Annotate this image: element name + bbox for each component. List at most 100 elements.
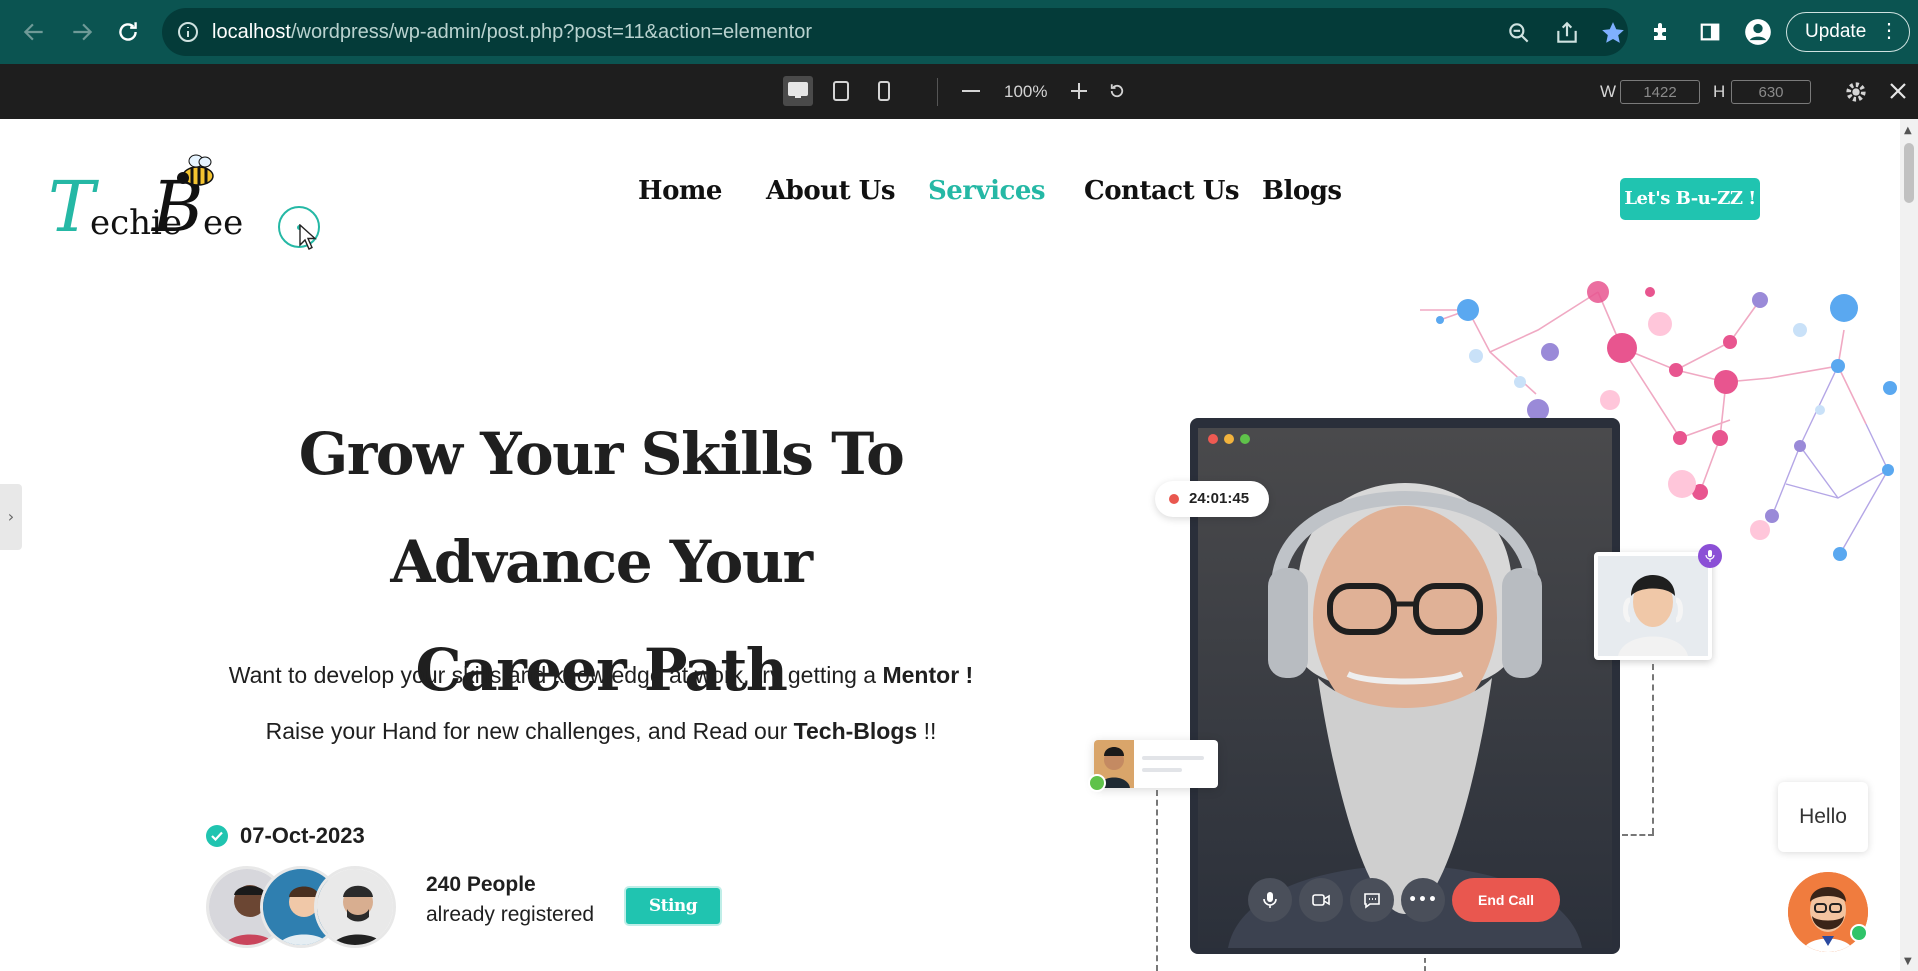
back-button[interactable] bbox=[14, 12, 54, 52]
site-logo[interactable]: T echie B ee bbox=[48, 152, 248, 252]
divider bbox=[937, 78, 938, 106]
zoom-out-icon[interactable] bbox=[962, 90, 980, 93]
window-dot bbox=[1240, 434, 1250, 444]
profile-icon bbox=[1745, 19, 1771, 45]
height-label: H bbox=[1713, 82, 1726, 101]
registered-avatars bbox=[206, 866, 396, 948]
forward-button[interactable] bbox=[62, 12, 102, 52]
more-options-button[interactable]: ••• bbox=[1401, 878, 1445, 922]
desktop-icon bbox=[788, 82, 808, 98]
info-icon[interactable] bbox=[176, 20, 200, 44]
chevron-right-icon: › bbox=[7, 507, 15, 526]
hero-subtext-1-text: Want to develop your skills and knowledg… bbox=[228, 662, 883, 688]
people-count: 240 People bbox=[426, 873, 536, 896]
more-horiz-icon: ••• bbox=[1408, 892, 1438, 908]
url-path: /wordpress/wp-admin/post.php?post=11&act… bbox=[290, 21, 812, 43]
arrow-left-icon bbox=[23, 23, 43, 41]
check-circle-icon bbox=[206, 825, 228, 847]
mouse-pointer-icon bbox=[299, 224, 317, 250]
date-text: 07-Oct-2023 bbox=[240, 823, 365, 848]
browser-toolbar: localhost/wordpress/wp-admin/post.php?po… bbox=[0, 0, 1918, 64]
dashed-connector bbox=[1156, 790, 1158, 971]
height-input[interactable] bbox=[1731, 80, 1811, 104]
url-text[interactable]: localhost/wordpress/wp-admin/post.php?po… bbox=[212, 8, 812, 56]
mic-badge-icon bbox=[1698, 544, 1722, 568]
chat-status-icon bbox=[1088, 774, 1106, 792]
zoom-icon[interactable] bbox=[1506, 20, 1532, 46]
address-bar[interactable]: localhost/wordpress/wp-admin/post.php?po… bbox=[162, 8, 1628, 56]
extensions-button[interactable] bbox=[1645, 16, 1677, 48]
zoom-level: 100% bbox=[1004, 82, 1048, 101]
end-call-button[interactable]: End Call bbox=[1452, 878, 1560, 922]
participant-thumbnail bbox=[1594, 552, 1712, 660]
logo-letter-t: T bbox=[48, 166, 95, 248]
tablet-icon bbox=[833, 81, 849, 101]
arrow-right-icon bbox=[73, 23, 93, 41]
chat-preview-line bbox=[1142, 756, 1204, 760]
more-vert-icon[interactable]: ⋮ bbox=[1879, 13, 1899, 50]
mentor-highlight: Mentor ! bbox=[882, 662, 974, 688]
online-status-icon bbox=[1850, 924, 1868, 942]
scroll-down-icon[interactable]: ▼ bbox=[1904, 956, 1912, 967]
update-label: Update bbox=[1805, 21, 1867, 42]
call-timer: 24:01:45 bbox=[1155, 481, 1269, 517]
window-dot bbox=[1224, 434, 1234, 444]
mobile-device-button[interactable] bbox=[869, 76, 899, 106]
chat-button[interactable] bbox=[1350, 878, 1394, 922]
dashed-connector bbox=[1652, 664, 1654, 834]
event-date: 07-Oct-2023 bbox=[206, 822, 365, 850]
scrollbar-thumb[interactable] bbox=[1904, 143, 1914, 203]
close-icon[interactable] bbox=[1890, 83, 1906, 99]
window-dot bbox=[1208, 434, 1218, 444]
url-host: localhost bbox=[212, 21, 291, 43]
width-input[interactable] bbox=[1620, 80, 1700, 104]
reload-button[interactable] bbox=[108, 12, 148, 52]
nav-services[interactable]: Services bbox=[928, 176, 1046, 206]
participant-photo bbox=[1598, 556, 1708, 656]
video-camera-icon bbox=[1312, 894, 1330, 906]
lets-buzz-button[interactable]: Let's B-u-ZZ ! ! bbox=[1620, 178, 1760, 251]
share-icon[interactable] bbox=[1554, 20, 1580, 46]
width-label: W bbox=[1600, 82, 1617, 101]
update-button[interactable]: Update ⋮ bbox=[1786, 12, 1910, 52]
nav-home[interactable]: Home bbox=[638, 176, 722, 206]
sting-here-button[interactable]: Sting Here bbox=[624, 886, 722, 952]
bookmark-star-icon[interactable] bbox=[1600, 20, 1626, 46]
chat-icon bbox=[1364, 893, 1380, 909]
panel-toggle-button[interactable]: › bbox=[0, 484, 22, 550]
desktop-device-button[interactable] bbox=[783, 76, 813, 106]
responsive-mode-bar: 100% W H bbox=[0, 64, 1918, 119]
avatar bbox=[314, 866, 396, 948]
people-text: already registered bbox=[426, 903, 595, 926]
chat-greeting-bubble[interactable]: Hello bbox=[1778, 782, 1868, 852]
hero-subtext-2: Raise your Hand for new challenges, and … bbox=[160, 718, 1042, 745]
side-panel-button[interactable] bbox=[1694, 16, 1726, 48]
gear-icon[interactable] bbox=[1845, 81, 1867, 103]
logo-text-ee: ee bbox=[203, 203, 244, 243]
hero-title-line-1: Grow Your Skills To Advance Your bbox=[298, 420, 905, 596]
reset-icon[interactable] bbox=[1108, 82, 1126, 100]
registration-count: 240 People already registered bbox=[426, 870, 594, 930]
mobile-icon bbox=[878, 81, 890, 101]
camera-button[interactable] bbox=[1299, 878, 1343, 922]
scrollbar[interactable]: ▲ ▼ bbox=[1900, 119, 1918, 971]
dashed-connector bbox=[1424, 958, 1426, 971]
hero-subtext-2-text: Raise your Hand for new challenges, and … bbox=[265, 718, 794, 744]
scroll-up-icon[interactable]: ▲ bbox=[1904, 125, 1912, 136]
reload-icon bbox=[119, 22, 137, 41]
chat-preview-line bbox=[1142, 768, 1182, 772]
nav-blogs[interactable]: Blogs bbox=[1262, 176, 1342, 206]
hero-subtext-2-suffix: !! bbox=[917, 718, 937, 744]
chat-preview-card bbox=[1088, 740, 1218, 792]
dashed-connector bbox=[1622, 834, 1654, 836]
mic-button[interactable] bbox=[1248, 878, 1292, 922]
tablet-device-button[interactable] bbox=[826, 76, 856, 106]
zoom-in-icon[interactable] bbox=[1071, 83, 1087, 99]
mic-icon bbox=[1263, 892, 1277, 908]
bee-icon bbox=[177, 154, 214, 186]
nav-about-us[interactable]: About Us bbox=[766, 176, 895, 206]
nav-contact-us[interactable]: Contact Us bbox=[1084, 176, 1240, 206]
profile-button[interactable] bbox=[1742, 16, 1774, 48]
hero-subtext-1: Want to develop your skills and knowledg… bbox=[160, 662, 1042, 689]
side-panel-icon bbox=[1700, 23, 1720, 41]
